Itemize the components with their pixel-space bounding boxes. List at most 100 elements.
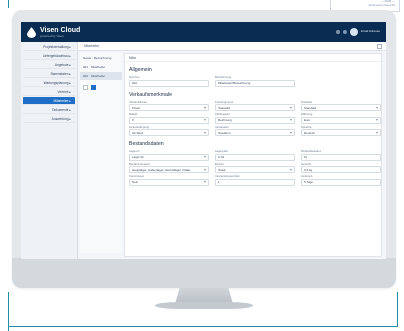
record-list: Name Bezeichnung 001 Mitarbeiter 002 Mit… — [80, 53, 122, 253]
sidebar-item[interactable]: Wartungsplanung ▸ — [23, 79, 75, 87]
sidebar-item[interactable]: Projektverwaltung ▸ — [23, 43, 75, 51]
form-field: Zahlungsart Rechnung — [215, 112, 295, 124]
field-value: 1 — [218, 180, 220, 184]
form-field: Lieferbedingung Ab Werk — [129, 125, 209, 136]
list-pager — [80, 81, 122, 94]
form-field: Lieferzeit 5 Tage — [301, 174, 381, 186]
select-input[interactable]: Hauptlager, Außenlager, Zentrallager, Fi… — [129, 166, 209, 173]
settings-icon[interactable] — [342, 30, 347, 34]
field-value: 5 Tage — [304, 180, 313, 184]
field-value: Stück — [218, 167, 226, 172]
list-item[interactable]: 001 Mitarbeiter — [80, 63, 122, 71]
section-sales: Verkaufskanal Privat Kundengruppe Standard P… — [125, 100, 381, 136]
chevron-down-icon — [204, 181, 206, 183]
brand-title: Visen Cloud — [40, 26, 81, 34]
field-value: Rechnung — [218, 118, 232, 122]
chevron-down-icon — [376, 119, 378, 121]
text-input[interactable]: Mitarbeiter/Bezeichnung — [215, 79, 295, 87]
window-toggle-icon[interactable] — [377, 44, 382, 49]
list-item-id: 001 — [83, 65, 89, 69]
field-value: Deutsch — [304, 130, 316, 135]
chevron-down-icon — [290, 106, 292, 109]
list-item-id: 002 — [83, 74, 89, 78]
select-input[interactable]: Stück — [215, 166, 295, 173]
chevron-down-icon — [376, 106, 378, 109]
field-value: Nein — [132, 180, 139, 184]
section-title: Allgemein — [129, 67, 152, 73]
field-value: Standard — [218, 105, 231, 110]
select-input[interactable]: Standard — [301, 104, 381, 111]
sidebar-item[interactable]: Vertrieb ▸ — [23, 88, 75, 96]
text-input[interactable]: A-01 — [215, 153, 295, 161]
pager-prev-button[interactable] — [83, 85, 88, 90]
field-label: Lagerplatz — [215, 149, 229, 153]
monitor-screen: Visen Cloud powered by Visen Email Adres… — [21, 22, 386, 259]
header-actions: Email Adresse — [335, 28, 380, 36]
field-label: Mindestbestand — [301, 149, 321, 153]
select-input[interactable]: Euro — [301, 116, 381, 124]
select-input[interactable]: Rechnung — [215, 116, 295, 124]
select-input[interactable]: 0 — [129, 116, 209, 124]
select-input[interactable]: Spedition — [215, 129, 295, 136]
notification-icon[interactable] — [335, 30, 340, 34]
sidebar-item[interactable]: Auswertung ▸ — [23, 115, 75, 123]
sidebar: Projektverwaltung ▸ Liefergebäudebau ▸ A… — [21, 42, 78, 259]
field-label: Nummer — [129, 75, 140, 79]
teal-guide-line — [8, 326, 398, 327]
user-name[interactable]: Email Adresse — [361, 30, 380, 34]
list-col-label: Bezeichnung — [94, 56, 112, 60]
field-label: Kommission — [129, 174, 145, 178]
form-field: Rabatt 0 — [129, 112, 209, 124]
text-input[interactable]: 5 Tage — [301, 178, 381, 186]
form-field: Verkaufskanal Privat — [129, 100, 209, 111]
form-field: Lagerort Lager 01 — [129, 149, 209, 161]
chevron-down-icon — [204, 156, 206, 158]
select-input[interactable]: Deutsch — [301, 129, 381, 136]
form-field: Kundengruppe Standard — [215, 100, 295, 111]
form-field: Sprache Deutsch — [301, 125, 381, 136]
monitor-stand-base — [155, 302, 253, 309]
field-label: Lagerort — [129, 149, 140, 153]
sidebar-item[interactable]: Stammdaten ▸ — [23, 70, 75, 78]
corner-note-line: www.visen-cloud.de — [368, 2, 395, 7]
chevron-down-icon — [290, 131, 292, 134]
pager-page-button[interactable] — [91, 85, 96, 90]
sidebar-item[interactable]: Angebote ▸ — [23, 61, 75, 69]
text-input[interactable]: 0,5 kg — [301, 166, 381, 173]
sidebar-item[interactable]: Liefergebäudebau ▸ — [23, 52, 75, 60]
form-field: Verpackungseinheit 1 — [215, 174, 295, 186]
select-input[interactable]: Nein — [129, 178, 209, 186]
field-value: 10 — [304, 155, 308, 159]
select-input[interactable]: Privat — [129, 104, 209, 111]
field-value: A-01 — [218, 155, 225, 159]
select-input[interactable]: Standard — [215, 104, 295, 111]
field-value: Lager 01 — [132, 155, 144, 159]
field-value: Euro — [304, 118, 311, 122]
section-general: Nummer 002 Bezeichnung Mitarbeiter/Bezei… — [125, 75, 381, 87]
chevron-down-icon — [290, 168, 292, 171]
field-value: 002 — [132, 81, 138, 85]
section-title: Verkaufsmerkmale — [129, 91, 172, 98]
avatar[interactable] — [349, 28, 358, 36]
form-field: Gewicht 0,5 kg — [301, 162, 381, 173]
sidebar-item-active[interactable]: Mitarbeiter ▸ — [23, 97, 75, 105]
list-item-selected[interactable]: 002 Mitarbeiter — [80, 72, 122, 80]
form-field: Einheit Stück — [215, 162, 295, 173]
text-input[interactable]: 1 — [215, 178, 295, 186]
text-input[interactable]: 10 — [301, 153, 381, 161]
field-label: Zahlungsart — [215, 112, 230, 116]
select-input[interactable]: Ab Werk — [129, 129, 209, 136]
select-input[interactable]: Lager 01 — [129, 153, 209, 161]
sidebar-item[interactable]: Dokumente ▸ — [23, 106, 75, 114]
chevron-down-icon — [204, 106, 206, 109]
app-body: Projektverwaltung ▸ Liefergebäudebau ▸ A… — [21, 42, 386, 259]
field-value: Privat — [132, 105, 140, 110]
monitor-mockup-stage: — 2020 — www.visen-cloud.de Visen Cloud … — [0, 0, 404, 331]
section-stock: Lagerort Lager 01 Lagerplatz A-01 Mindestbes… — [125, 149, 381, 186]
chevron-down-icon — [204, 131, 206, 134]
form-field: Lagerplatz A-01 — [215, 149, 295, 161]
section-title: Bestandsdaten — [129, 141, 164, 147]
form-header: Mitar — [125, 54, 381, 62]
text-input[interactable]: 002 — [129, 79, 209, 87]
field-label: Bezeichnung — [215, 75, 232, 79]
